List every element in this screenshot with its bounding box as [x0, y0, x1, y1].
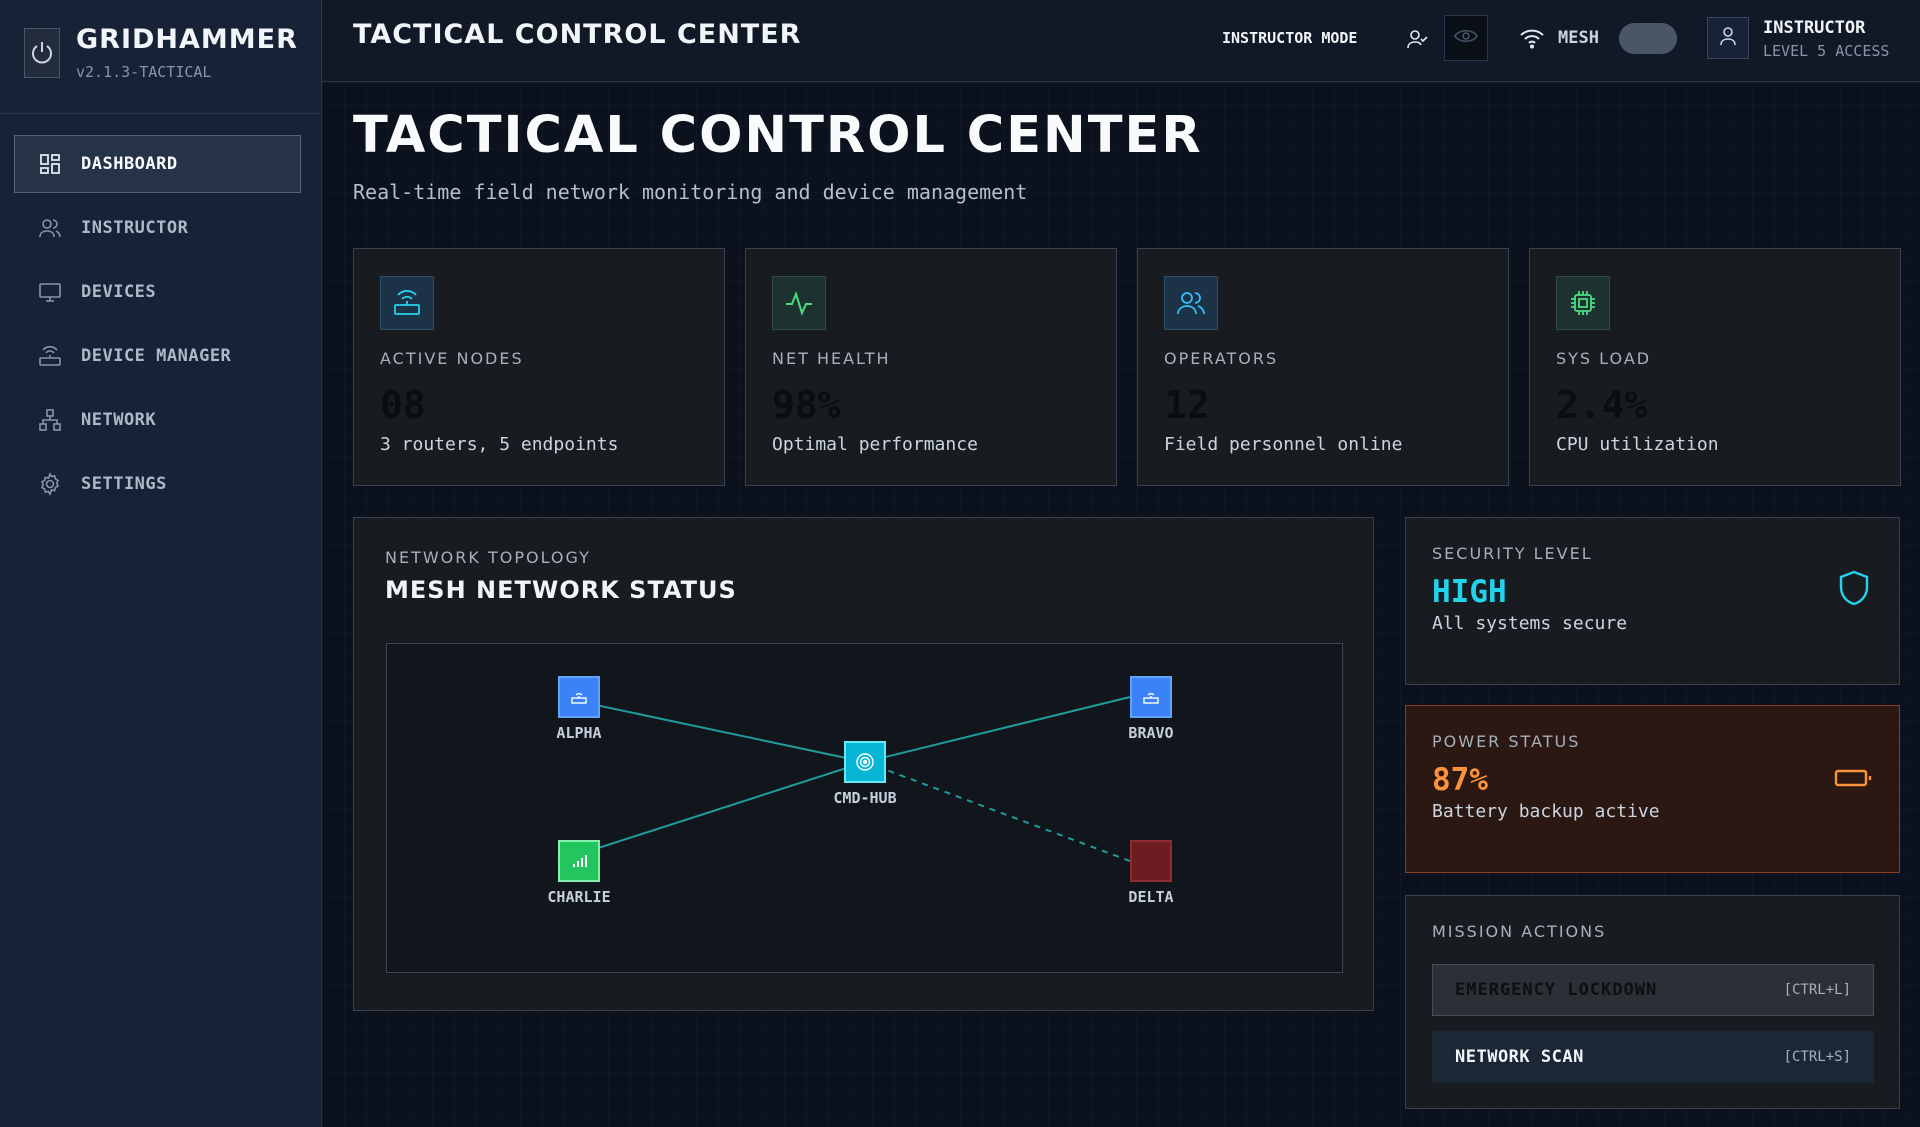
battery-icon	[1834, 766, 1874, 790]
stat-card-sys-load: SYS LOAD 2.4% CPU utilization	[1529, 248, 1901, 486]
node-label: ALPHA	[556, 724, 602, 742]
signal-bars-icon	[573, 855, 587, 867]
sidebar-item-settings[interactable]: SETTINGS	[14, 455, 301, 513]
network-topology-card: NETWORK TOPOLOGY MESH NETWORK STATUS ALP…	[353, 517, 1374, 1011]
brand: GRIDHAMMER v2.1.3-TACTICAL	[0, 0, 321, 114]
stat-value: 12	[1164, 383, 1210, 427]
sidebar: GRIDHAMMER v2.1.3-TACTICAL DASHBOARD INS…	[0, 0, 322, 1127]
gear-icon	[37, 471, 63, 497]
button-label: NETWORK SCAN	[1455, 1047, 1584, 1067]
user-name: INSTRUCTOR	[1763, 18, 1866, 38]
node-charlie[interactable]	[558, 840, 600, 882]
brand-version: v2.1.3-TACTICAL	[76, 63, 212, 81]
header-title: TACTICAL CONTROL CENTER	[353, 19, 802, 50]
power-icon[interactable]	[24, 28, 60, 78]
security-value: HIGH	[1432, 574, 1507, 610]
wifi-icon	[1518, 26, 1546, 50]
security-kicker: SECURITY LEVEL	[1432, 544, 1593, 563]
top-bar: TACTICAL CONTROL CENTER INSTRUCTOR MODE …	[322, 0, 1920, 82]
emergency-lockdown-button[interactable]: EMERGENCY LOCKDOWN [CTRL+L]	[1432, 964, 1874, 1016]
topology-canvas: ALPHA BRAVO CMD-HUB CHARLIE DELTA	[386, 643, 1343, 973]
sidebar-item-label: DASHBOARD	[81, 154, 178, 174]
power-status-card: POWER STATUS 87% Battery backup active	[1405, 705, 1900, 873]
sidebar-item-devices[interactable]: DEVICES	[14, 263, 301, 321]
sidebar-item-label: NETWORK	[81, 410, 157, 430]
power-description: Battery backup active	[1432, 801, 1660, 822]
router-icon	[571, 693, 587, 704]
page-title: TACTICAL CONTROL CENTER	[353, 106, 1203, 165]
node-label: DELTA	[1128, 888, 1174, 906]
security-description: All systems secure	[1432, 613, 1628, 634]
user-check-icon[interactable]	[1406, 27, 1430, 51]
user-avatar-button[interactable]	[1707, 17, 1749, 59]
stat-description: Optimal performance	[772, 434, 978, 455]
mesh-toggle[interactable]	[1619, 23, 1677, 54]
stat-description: Field personnel online	[1164, 434, 1403, 455]
sidebar-item-label: DEVICE MANAGER	[81, 346, 232, 366]
network-tree-icon	[37, 407, 63, 433]
stat-card-active-nodes: ACTIVE NODES 08 3 routers, 5 endpoints	[353, 248, 725, 486]
user-icon	[1719, 26, 1737, 50]
user-level: LEVEL 5 ACCESS	[1763, 42, 1890, 60]
radar-icon	[856, 753, 874, 771]
stat-label: OPERATORS	[1164, 349, 1279, 368]
instructor-mode-label: INSTRUCTOR MODE	[1222, 29, 1358, 47]
eye-icon	[1454, 27, 1478, 49]
power-kicker: POWER STATUS	[1432, 732, 1581, 751]
users-icon	[37, 215, 63, 241]
dashboard-grid-icon	[37, 151, 63, 177]
brand-name: GRIDHAMMER	[76, 24, 298, 55]
topology-kicker: NETWORK TOPOLOGY	[385, 548, 591, 567]
eye-toggle-button[interactable]	[1444, 15, 1488, 61]
router-icon	[1143, 693, 1159, 704]
security-level-card: SECURITY LEVEL HIGH All systems secure	[1405, 517, 1900, 685]
node-label: CHARLIE	[547, 888, 611, 906]
page-subtitle: Real-time field network monitoring and d…	[353, 180, 1028, 204]
users-icon	[1164, 276, 1218, 330]
sidebar-item-label: SETTINGS	[81, 474, 167, 494]
stat-label: SYS LOAD	[1556, 349, 1652, 368]
cpu-icon	[1556, 276, 1610, 330]
monitor-icon	[37, 279, 63, 305]
stat-description: 3 routers, 5 endpoints	[380, 434, 619, 455]
node-label: CMD-HUB	[833, 789, 897, 807]
shortcut-hint: [CTRL+L]	[1783, 982, 1851, 998]
stat-description: CPU utilization	[1556, 434, 1719, 455]
topology-links	[557, 696, 1131, 862]
link-delta-hub	[864, 761, 1131, 862]
activity-icon	[772, 276, 826, 330]
mesh-label: MESH	[1558, 28, 1599, 48]
network-scan-button[interactable]: NETWORK SCAN [CTRL+S]	[1432, 1031, 1874, 1083]
link-charlie-hub	[557, 761, 866, 862]
button-label: EMERGENCY LOCKDOWN	[1455, 980, 1658, 1000]
shortcut-hint: [CTRL+S]	[1783, 1049, 1851, 1065]
router-icon	[37, 343, 63, 369]
sidebar-item-device-manager[interactable]: DEVICE MANAGER	[14, 327, 301, 385]
node-alpha[interactable]	[558, 676, 600, 718]
sidebar-nav: DASHBOARD INSTRUCTOR DEVICES DEVICE MANA…	[14, 135, 301, 519]
stat-value: 08	[380, 383, 426, 427]
mission-actions-card: MISSION ACTIONS EMERGENCY LOCKDOWN [CTRL…	[1405, 895, 1900, 1109]
stat-card-operators: OPERATORS 12 Field personnel online	[1137, 248, 1509, 486]
sidebar-item-instructor[interactable]: INSTRUCTOR	[14, 199, 301, 257]
stat-card-net-health: NET HEALTH 98% Optimal performance	[745, 248, 1117, 486]
node-bravo[interactable]	[1130, 676, 1172, 718]
sidebar-item-dashboard[interactable]: DASHBOARD	[14, 135, 301, 193]
power-value: 87%	[1432, 762, 1488, 798]
shield-icon	[1836, 568, 1872, 608]
mission-kicker: MISSION ACTIONS	[1432, 922, 1607, 941]
sidebar-item-network[interactable]: NETWORK	[14, 391, 301, 449]
stat-value: 2.4%	[1556, 383, 1648, 427]
router-icon	[380, 276, 434, 330]
stat-label: ACTIVE NODES	[380, 349, 524, 368]
sidebar-item-label: DEVICES	[81, 282, 157, 302]
node-cmd-hub[interactable]	[844, 741, 886, 783]
sidebar-item-label: INSTRUCTOR	[81, 218, 189, 238]
stat-label: NET HEALTH	[772, 349, 891, 368]
node-delta[interactable]	[1130, 840, 1172, 882]
stat-value: 98%	[772, 383, 841, 427]
topology-title: MESH NETWORK STATUS	[385, 576, 737, 604]
node-label: BRAVO	[1128, 724, 1174, 742]
